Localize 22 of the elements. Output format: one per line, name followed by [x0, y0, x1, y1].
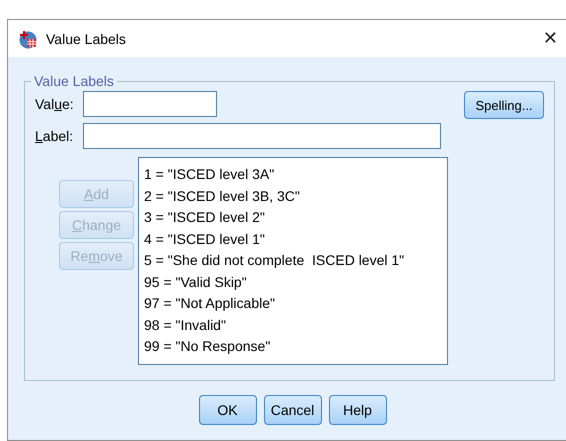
value-label-list[interactable]: 1 = "ISCED level 3A" 2 = "ISCED level 3B, 3C" 3 = "ISCED level 2" 4 = "ISCED level 1" 5 = "She did not complete ISCED level 1" 95 = "Valid Skip" 97 = "Not Applicable" 98 = "Invalid" 99 = "No Response" — [138, 157, 448, 364]
spelling-button[interactable]: Spelling... — [464, 91, 544, 119]
value-input[interactable] — [83, 91, 217, 117]
label-label: Label: — [35, 128, 74, 144]
dialog-button[interactable]: Help — [328, 395, 386, 425]
dialog-button[interactable]: OK — [198, 395, 256, 425]
group-title: Value Labels — [33, 73, 115, 89]
window-title: Value Labels — [46, 30, 127, 46]
table-icon — [18, 28, 38, 48]
value-label: Value: — [35, 96, 75, 112]
label-input[interactable] — [83, 123, 441, 149]
list-item[interactable]: 95 = "Valid Skip" — [142, 272, 444, 293]
close-button[interactable]: ✕ — [534, 28, 566, 49]
list-item[interactable]: 2 = "ISCED level 3B, 3C" — [142, 186, 444, 207]
list-item[interactable]: 1 = "ISCED level 3A" — [142, 164, 444, 186]
list-item[interactable]: 4 = "ISCED level 1" — [142, 228, 444, 250]
dialog-button[interactable]: Cancel — [264, 395, 322, 425]
list-item[interactable]: 5 = "She did not complete ISCED level 1" — [142, 250, 444, 272]
list-item[interactable]: 98 = "Invalid" — [142, 314, 444, 336]
list-item[interactable]: 99 = "No Response" — [142, 336, 444, 358]
list-item[interactable]: 97 = "Not Applicable" — [142, 293, 444, 314]
list-item[interactable]: 3 = "ISCED level 2" — [142, 207, 444, 228]
